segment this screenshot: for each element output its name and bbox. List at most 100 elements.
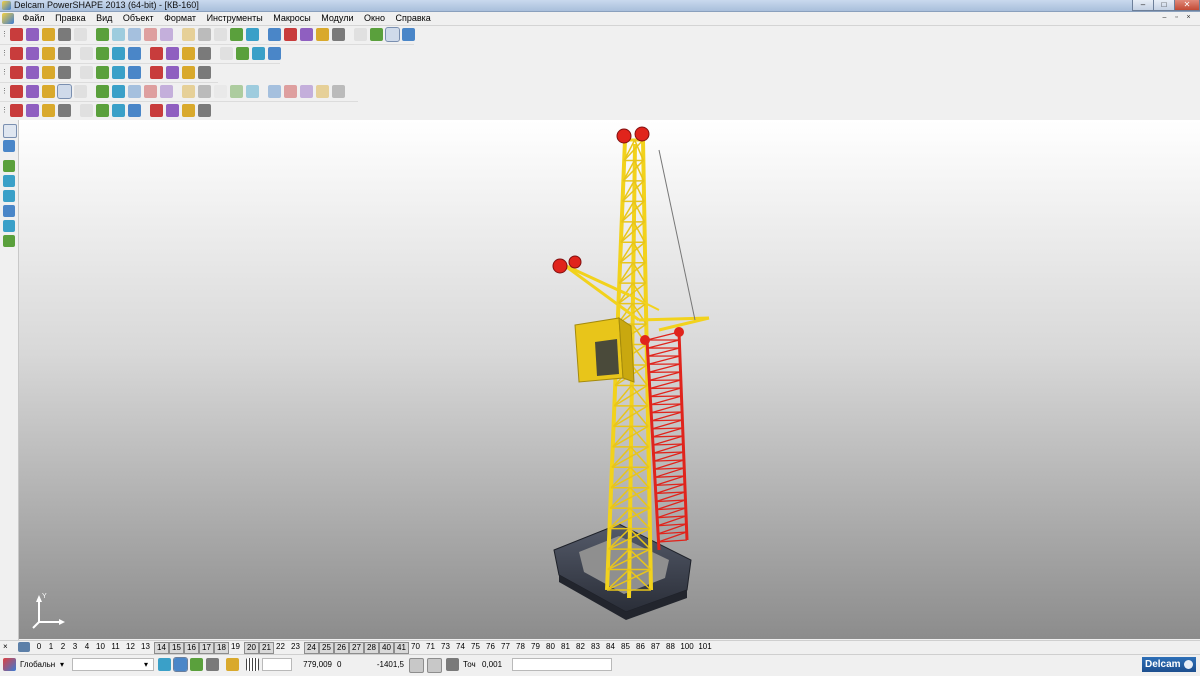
tb3-tool-2-icon[interactable] bbox=[26, 66, 39, 79]
level-button-83[interactable]: 83 bbox=[589, 642, 602, 652]
level-button-75[interactable]: 75 bbox=[469, 642, 482, 652]
tb5-tool-8-icon[interactable] bbox=[128, 104, 141, 117]
wireframe-icon[interactable] bbox=[3, 220, 15, 232]
level-button-18[interactable]: 18 bbox=[214, 642, 229, 654]
document-icon[interactable] bbox=[2, 13, 14, 24]
tb3-tool-6-icon[interactable] bbox=[96, 66, 109, 79]
menu-modules[interactable]: Модули bbox=[317, 12, 357, 25]
mdi-minimize-button[interactable]: – bbox=[1160, 13, 1169, 22]
tb1-tool-17-icon[interactable] bbox=[284, 28, 297, 41]
tb2-tool-8-icon[interactable] bbox=[128, 47, 141, 60]
level-button-87[interactable]: 87 bbox=[649, 642, 662, 652]
level-button-10[interactable]: 10 bbox=[94, 642, 107, 652]
tb3-tool-1-icon[interactable] bbox=[10, 66, 23, 79]
tb2-tool-12-icon[interactable] bbox=[198, 47, 211, 60]
menu-view[interactable]: Вид bbox=[92, 12, 116, 25]
tb4-tool-14-icon[interactable] bbox=[230, 85, 243, 98]
tb1-tool-22-icon[interactable] bbox=[370, 28, 383, 41]
level-button-86[interactable]: 86 bbox=[634, 642, 647, 652]
level-button-82[interactable]: 82 bbox=[574, 642, 587, 652]
toolbar-grip-icon[interactable]: ⋮ bbox=[1, 29, 7, 41]
tb3-tool-8-icon[interactable] bbox=[128, 66, 141, 79]
tb3-tool-9-icon[interactable] bbox=[150, 66, 163, 79]
tb2-tool-2-icon[interactable] bbox=[26, 47, 39, 60]
tb1-tool-3-icon[interactable] bbox=[42, 28, 55, 41]
tb5-tool-6-icon[interactable] bbox=[96, 104, 109, 117]
level-button-41[interactable]: 41 bbox=[394, 642, 409, 654]
mdi-restore-button[interactable]: ▫ bbox=[1172, 13, 1181, 22]
intelligent-cursor-icon[interactable] bbox=[174, 658, 187, 671]
tb5-tool-5-icon[interactable] bbox=[80, 104, 93, 117]
tb3-tool-3-icon[interactable] bbox=[42, 66, 55, 79]
tb3-tool-4-icon[interactable] bbox=[58, 66, 71, 79]
tb4-tool-15-icon[interactable] bbox=[246, 85, 259, 98]
tb4-tool-4-icon[interactable] bbox=[58, 85, 71, 98]
level-button-77[interactable]: 77 bbox=[499, 642, 512, 652]
tb1-tool-4-icon[interactable] bbox=[58, 28, 71, 41]
menu-format[interactable]: Формат bbox=[160, 12, 200, 25]
select-arrow-icon[interactable] bbox=[3, 124, 17, 138]
tb2-tool-10-icon[interactable] bbox=[166, 47, 179, 60]
tb1-tool-24-icon[interactable] bbox=[402, 28, 415, 41]
level-button-40[interactable]: 40 bbox=[379, 642, 394, 654]
tb1-tool-13-icon[interactable] bbox=[214, 28, 227, 41]
level-button-3[interactable]: 3 bbox=[70, 642, 80, 652]
tb4-tool-13-icon[interactable] bbox=[214, 85, 227, 98]
tb4-tool-20-icon[interactable] bbox=[332, 85, 345, 98]
level-button-24[interactable]: 24 bbox=[304, 642, 319, 654]
tb1-tool-1-icon[interactable] bbox=[10, 28, 23, 41]
level-button-2[interactable]: 2 bbox=[58, 642, 68, 652]
level-button-28[interactable]: 28 bbox=[364, 642, 379, 654]
tb4-tool-10-icon[interactable] bbox=[160, 85, 173, 98]
tb2-tool-15-icon[interactable] bbox=[252, 47, 265, 60]
toolbar-grip-icon[interactable]: ⋮ bbox=[1, 105, 7, 117]
level-button-74[interactable]: 74 bbox=[454, 642, 467, 652]
tb1-tool-7-icon[interactable] bbox=[112, 28, 125, 41]
level-button-14[interactable]: 14 bbox=[154, 642, 169, 654]
solid-mode-icon[interactable] bbox=[190, 658, 203, 671]
tb1-tool-5-icon[interactable] bbox=[74, 28, 87, 41]
level-button-23[interactable]: 23 bbox=[289, 642, 302, 652]
level-button-26[interactable]: 26 bbox=[334, 642, 349, 654]
tb3-tool-12-icon[interactable] bbox=[198, 66, 211, 79]
snap-settings-icon[interactable] bbox=[226, 658, 239, 671]
level-button-81[interactable]: 81 bbox=[559, 642, 572, 652]
tb4-tool-12-icon[interactable] bbox=[198, 85, 211, 98]
tb3-tool-11-icon[interactable] bbox=[182, 66, 195, 79]
level-button-12[interactable]: 12 bbox=[124, 642, 137, 652]
tb2-tool-6-icon[interactable] bbox=[96, 47, 109, 60]
tb2-tool-3-icon[interactable] bbox=[42, 47, 55, 60]
tb4-tool-8-icon[interactable] bbox=[128, 85, 141, 98]
level-button-88[interactable]: 88 bbox=[664, 642, 677, 652]
level-button-17[interactable]: 17 bbox=[199, 642, 214, 654]
tb4-tool-1-icon[interactable] bbox=[10, 85, 23, 98]
level-button-20[interactable]: 20 bbox=[244, 642, 259, 654]
mdi-close-button[interactable]: × bbox=[1184, 13, 1193, 22]
tb4-tool-19-icon[interactable] bbox=[316, 85, 329, 98]
tb4-tool-7-icon[interactable] bbox=[112, 85, 125, 98]
tb1-tool-12-icon[interactable] bbox=[198, 28, 211, 41]
workplane-icon[interactable] bbox=[3, 658, 16, 671]
solid-icon[interactable] bbox=[3, 190, 15, 202]
tb1-tool-23-icon[interactable] bbox=[386, 28, 399, 41]
toolbar-grip-icon[interactable]: ⋮ bbox=[1, 67, 7, 79]
level-button-1[interactable]: 1 bbox=[46, 642, 56, 652]
level-button-79[interactable]: 79 bbox=[529, 642, 542, 652]
tb5-tool-3-icon[interactable] bbox=[42, 104, 55, 117]
toolbar-grip-icon[interactable]: ⋮ bbox=[1, 48, 7, 60]
tb5-tool-9-icon[interactable] bbox=[150, 104, 163, 117]
tb2-tool-13-icon[interactable] bbox=[220, 47, 233, 60]
tb3-tool-10-icon[interactable] bbox=[166, 66, 179, 79]
dropdown-arrow-icon[interactable]: ▾ bbox=[144, 658, 152, 671]
grid-icon[interactable] bbox=[246, 658, 259, 671]
level-button-25[interactable]: 25 bbox=[319, 642, 334, 654]
menu-file[interactable]: Файл bbox=[19, 12, 49, 25]
graphics-viewport[interactable]: Y bbox=[19, 120, 1200, 639]
grid-snap-icon[interactable] bbox=[158, 658, 171, 671]
level-manager-icon[interactable] bbox=[18, 642, 30, 652]
assembly-icon[interactable] bbox=[3, 235, 15, 247]
menu-object[interactable]: Объект bbox=[119, 12, 158, 25]
tb4-tool-18-icon[interactable] bbox=[300, 85, 313, 98]
tb4-tool-16-icon[interactable] bbox=[268, 85, 281, 98]
tb3-tool-5-icon[interactable] bbox=[80, 66, 93, 79]
